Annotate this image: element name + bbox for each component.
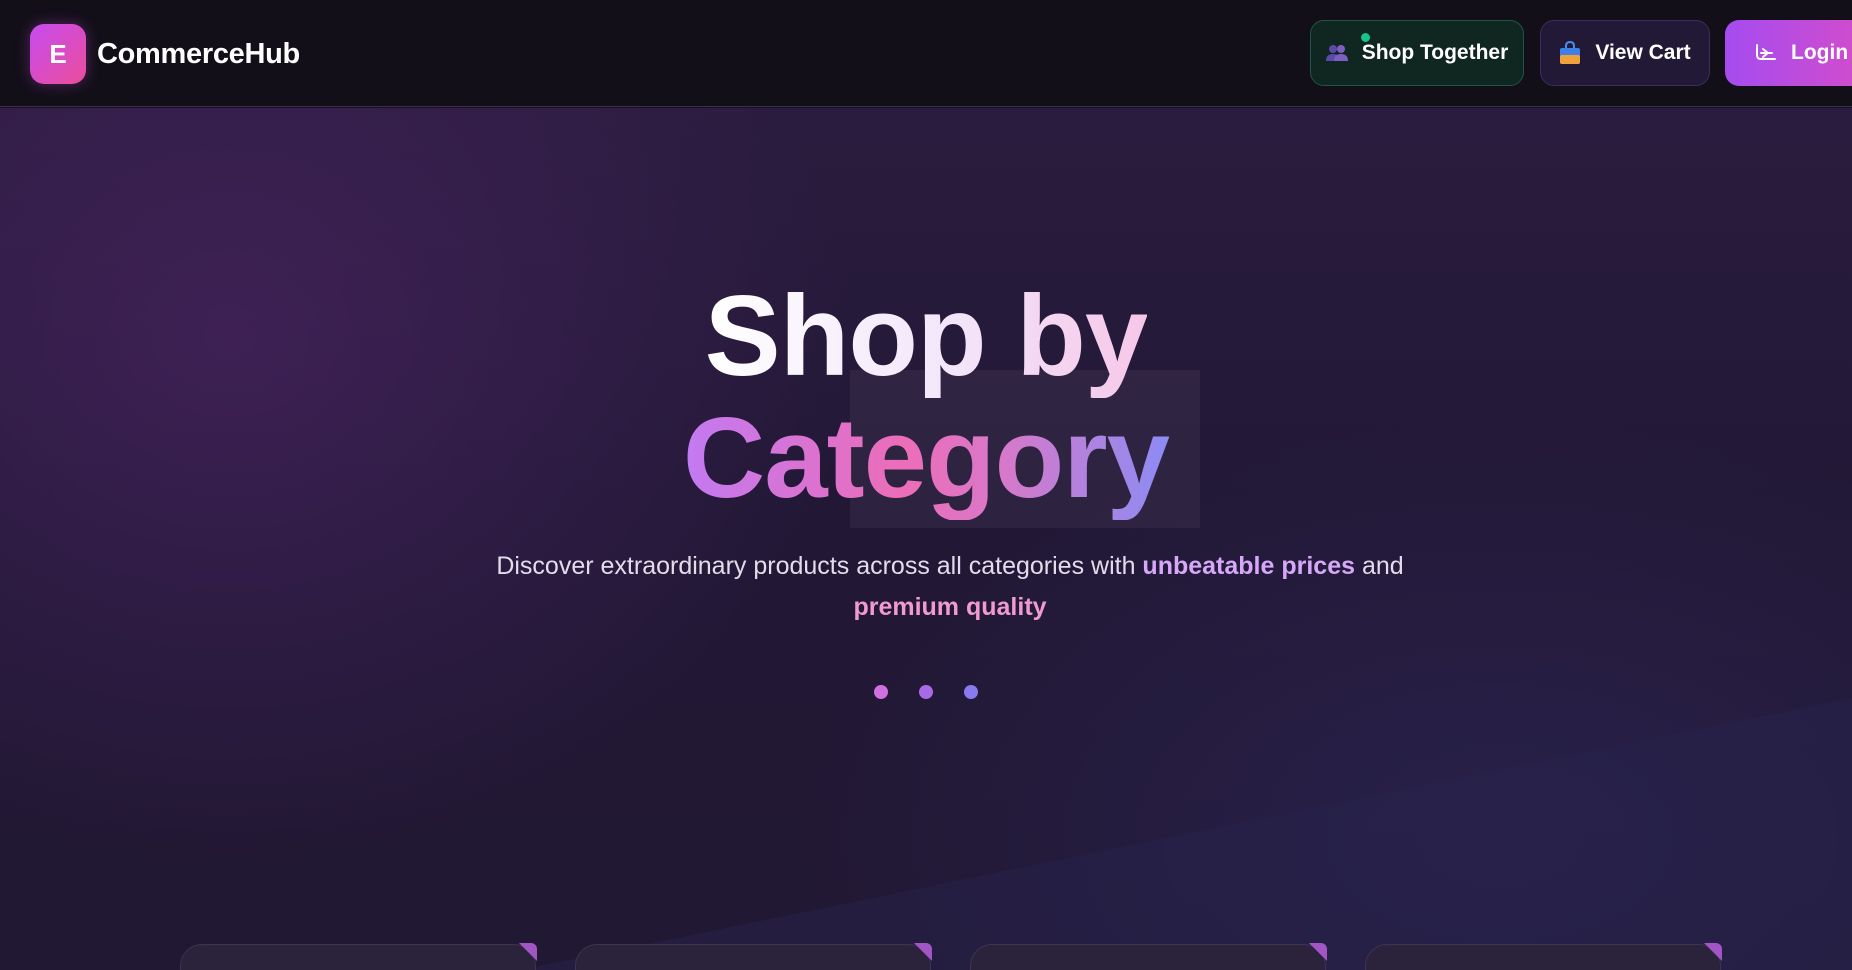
view-cart-label: View Cart: [1595, 41, 1691, 64]
card-corner-accent: [1704, 943, 1722, 961]
subtitle-highlight-prices: unbeatable prices: [1142, 552, 1355, 580]
category-card[interactable]: [970, 943, 1327, 970]
hero-section: Shop by Category Discover extraordinary …: [0, 108, 1852, 970]
brand-logo[interactable]: E: [30, 24, 86, 84]
dot-2: [919, 685, 933, 699]
login-arrow-icon: [1755, 43, 1777, 63]
category-card[interactable]: [575, 943, 932, 970]
dot-1: [874, 685, 888, 699]
card-corner-accent: [1309, 943, 1327, 961]
hero-subtitle: Discover extraordinary products across a…: [476, 546, 1424, 628]
hero-background-shape: [520, 698, 1852, 970]
login-button[interactable]: Login: [1725, 20, 1852, 86]
brand[interactable]: E CommerceHub: [30, 24, 300, 84]
users-icon: [1325, 44, 1348, 62]
category-card[interactable]: [180, 943, 537, 970]
card-corner-accent: [519, 943, 537, 961]
subtitle-text-and: and: [1355, 552, 1404, 580]
card-corner-accent: [914, 943, 932, 961]
online-indicator: [1361, 33, 1370, 42]
hero-title: Shop by Category: [0, 276, 1852, 520]
top-navbar: E CommerceHub Shop Together View Cart Lo…: [0, 0, 1852, 107]
shopping-bag-icon: [1559, 41, 1581, 65]
hero-title-line2: Category: [682, 395, 1170, 522]
loading-dots: [0, 685, 1852, 699]
subtitle-text: Discover extraordinary products across a…: [496, 552, 1143, 580]
category-cards: [0, 943, 1852, 970]
view-cart-button[interactable]: View Cart: [1540, 20, 1710, 86]
subtitle-highlight-quality: premium quality: [853, 593, 1047, 621]
login-label: Login: [1791, 41, 1849, 64]
dot-3: [964, 685, 978, 699]
category-card[interactable]: [1365, 943, 1722, 970]
shop-together-label: Shop Together: [1361, 41, 1509, 64]
brand-name[interactable]: CommerceHub: [97, 38, 300, 71]
hero-title-line1: Shop by: [704, 273, 1149, 400]
shop-together-button[interactable]: Shop Together: [1310, 20, 1524, 86]
